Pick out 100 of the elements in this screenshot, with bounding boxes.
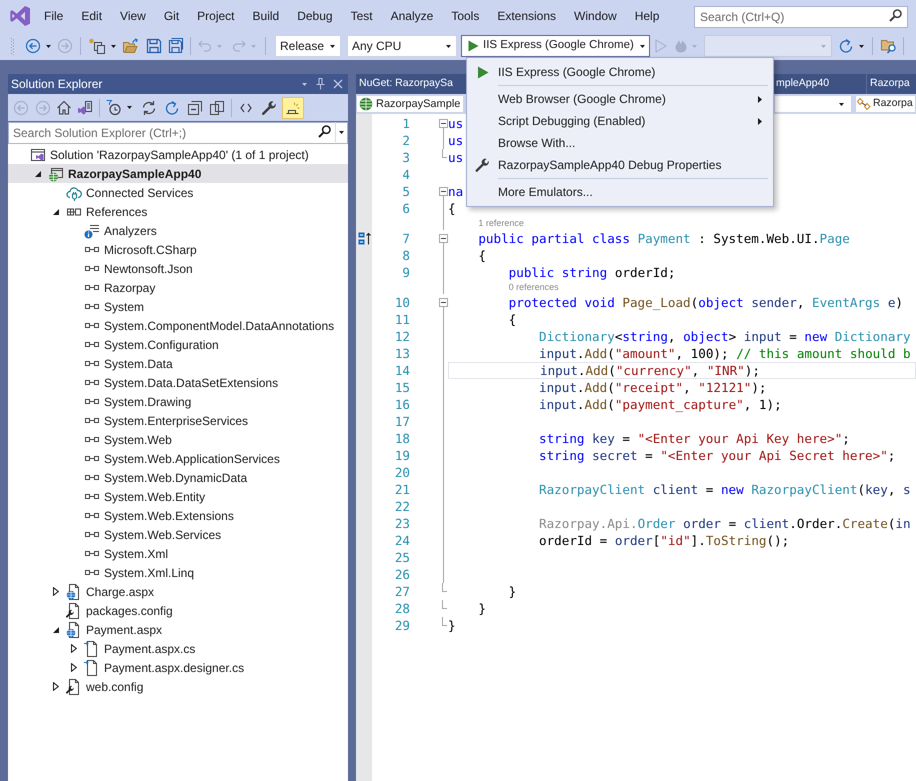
preview-toggle-button[interactable] — [282, 96, 304, 118]
menu-item[interactable]: Test — [342, 6, 382, 26]
pin-button[interactable] — [316, 78, 325, 90]
tree-item[interactable]: web.config — [8, 677, 348, 696]
menu-item[interactable]: Extensions — [488, 6, 566, 26]
tree-item[interactable]: System.Web.DynamicData — [8, 468, 348, 487]
menu-item[interactable]: Browse With... — [467, 132, 773, 154]
collapse-all-button[interactable] — [187, 100, 203, 116]
linked-boxes-icon — [85, 456, 99, 461]
tree-item[interactable]: System.Web.Services — [8, 525, 348, 544]
member-dropdown[interactable]: Razorpa — [855, 95, 916, 113]
project-dropdown[interactable]: RazorpaySample — [356, 95, 464, 113]
tree-item[interactable]: Connected Services — [8, 183, 348, 202]
switch-views-button[interactable] — [77, 100, 93, 116]
search-icon — [889, 9, 902, 22]
tree-item[interactable]: Analyzers — [8, 221, 348, 240]
tree-item[interactable]: System.Xml — [8, 544, 348, 563]
menu-item[interactable]: Script Debugging (Enabled) — [467, 110, 773, 132]
show-all-files-button[interactable] — [209, 100, 225, 116]
new-project-button[interactable] — [88, 38, 116, 54]
tree-item[interactable]: Razorpay — [8, 278, 348, 297]
menu-item[interactable]: Help — [626, 6, 668, 26]
sync-button[interactable] — [141, 100, 157, 116]
folder-search-button[interactable] — [881, 38, 897, 54]
open-button[interactable] — [123, 38, 139, 54]
menu-item[interactable]: File — [35, 6, 72, 26]
tree-item[interactable]: System.Drawing — [8, 392, 348, 411]
configuration-dropdown[interactable]: Release — [275, 35, 341, 57]
menu-item[interactable]: Git — [154, 6, 188, 26]
tree-item[interactable]: Payment.aspx — [8, 620, 348, 639]
save-all-button[interactable] — [168, 38, 184, 54]
search-options-button[interactable] — [335, 122, 347, 142]
view-code-button[interactable] — [240, 102, 252, 112]
code-line: } — [448, 617, 456, 634]
tree-item[interactable]: Solution 'RazorpaySampleApp40' (1 of 1 project) — [8, 145, 348, 164]
reference-count-link[interactable]: 0 references — [508, 281, 559, 294]
caret-down-icon — [302, 82, 306, 86]
tree-item[interactable]: packages.config — [8, 601, 348, 620]
menu-item[interactable]: RazorpaySampleApp40 Debug Properties — [467, 154, 773, 176]
line-number: 17 — [394, 413, 410, 430]
search-field[interactable]: Search (Ctrl+Q) — [694, 6, 908, 28]
tree-item[interactable]: References — [8, 202, 348, 221]
menu-item[interactable]: Window — [565, 6, 626, 26]
tree-item[interactable]: System.Web.Extensions — [8, 506, 348, 525]
tree-item[interactable]: Payment.aspx.designer.cs — [8, 658, 348, 677]
caret-down-icon — [127, 106, 132, 109]
angle-brackets-icon — [240, 102, 252, 112]
code-editor[interactable] — [356, 114, 916, 781]
code-line: us — [448, 115, 464, 132]
menu-item[interactable]: Debug — [288, 6, 342, 26]
type-dropdown[interactable] — [774, 95, 852, 113]
menu-item[interactable]: More Emulators... — [467, 181, 773, 203]
menu-item[interactable]: Analyze — [382, 6, 442, 26]
tree-item[interactable]: System — [8, 297, 348, 316]
platform-dropdown[interactable]: Any CPU — [347, 35, 457, 57]
menu-item[interactable]: Web Browser (Google Chrome) — [467, 88, 773, 110]
tree-item[interactable]: System.Web.ApplicationServices — [8, 449, 348, 468]
tree-item[interactable]: System.ComponentModel.DataAnnotations — [8, 316, 348, 335]
reference-count-link[interactable]: 1 reference — [478, 217, 524, 230]
run-button[interactable]: IIS Express (Google Chrome) — [461, 35, 650, 57]
refresh-button[interactable] — [838, 38, 864, 54]
circle-arrow-right-icon — [35, 100, 51, 116]
tree-item[interactable]: System.Data — [8, 354, 348, 373]
line-number: 14 — [394, 362, 410, 379]
menu-item[interactable]: Build — [244, 6, 288, 26]
menu-item[interactable]: Tools — [442, 6, 488, 26]
preview-pane-icon — [286, 102, 300, 114]
tree-item[interactable]: System.Xml.Linq — [8, 563, 348, 582]
tree-item[interactable]: Newtonsoft.Json — [8, 259, 348, 278]
page-globe-icon — [66, 584, 82, 600]
menu-item[interactable]: View — [111, 6, 155, 26]
code-line: input.Add("amount", 100); // this amount should b — [538, 345, 911, 362]
pending-changes-filter-button[interactable] — [106, 100, 132, 116]
caret-down-icon — [330, 44, 335, 48]
tree-item[interactable]: Charge.aspx — [8, 582, 348, 601]
properties-button[interactable] — [261, 100, 277, 116]
tree-item[interactable]: System.Configuration — [8, 335, 348, 354]
tree-item[interactable]: RazorpaySampleApp40 — [8, 164, 348, 183]
save-button[interactable] — [146, 38, 162, 54]
tree-item[interactable]: System.EnterpriseServices — [8, 411, 348, 430]
menu-item[interactable]: IIS Express (Google Chrome) — [467, 61, 773, 83]
home-button[interactable] — [57, 100, 71, 114]
linked-boxes-icon — [85, 437, 99, 442]
floppy-disks-icon — [168, 38, 184, 54]
close-button[interactable] — [333, 79, 343, 89]
linked-boxes-icon — [85, 399, 99, 404]
tree-item[interactable]: Payment.aspx.cs — [8, 639, 348, 658]
line-number: 3 — [402, 149, 410, 166]
globe-icon — [359, 97, 373, 111]
menu-item[interactable]: Edit — [72, 6, 112, 26]
line-number: 11 — [394, 311, 410, 328]
tree-item[interactable]: System.Data.DataSetExtensions — [8, 373, 348, 392]
menu-item[interactable]: Project — [188, 6, 244, 26]
tree-item[interactable]: System.Web.Entity — [8, 487, 348, 506]
search-field[interactable]: Search Solution Explorer (Ctrl+;) — [8, 122, 348, 144]
back-button[interactable] — [25, 38, 51, 54]
refresh-button[interactable] — [164, 100, 180, 116]
tree-item[interactable]: Microsoft.CSharp — [8, 240, 348, 259]
tree-item[interactable]: System.Web — [8, 430, 348, 449]
linked-boxes-icon — [85, 570, 99, 575]
